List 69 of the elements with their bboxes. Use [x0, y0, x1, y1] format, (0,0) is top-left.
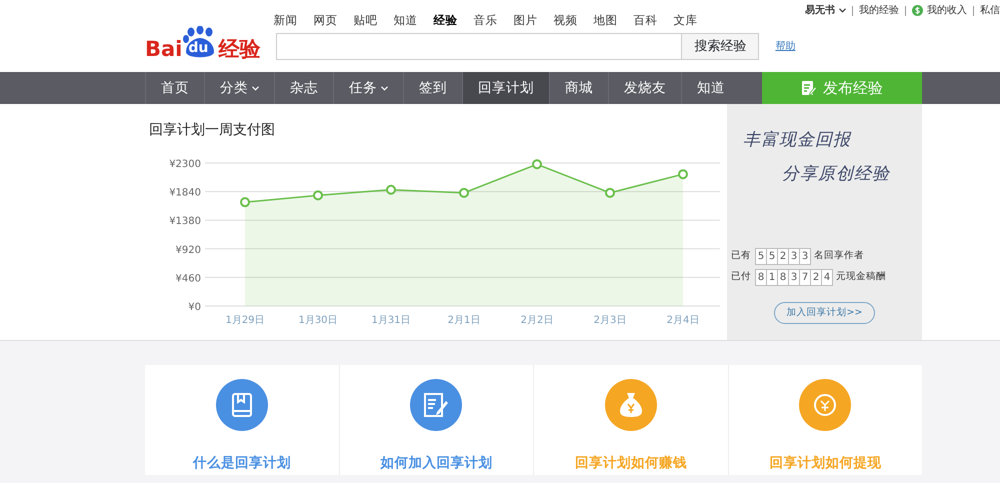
channel-link[interactable]: 新闻	[273, 12, 298, 29]
slogan-text: 分享原创经验	[782, 162, 891, 186]
data-point	[605, 188, 615, 198]
counter-digit: 3	[799, 248, 811, 265]
join-button[interactable]: 加入回享计划>>	[774, 302, 876, 324]
book-icon[interactable]	[216, 379, 268, 431]
chevron-icon	[381, 86, 388, 90]
user-link[interactable]: 我的经验	[859, 3, 899, 18]
money-bag-icon[interactable]	[604, 379, 657, 431]
nav-tab[interactable]: 回享计划	[462, 72, 549, 104]
data-point	[240, 197, 250, 208]
counter-digit: 7	[799, 268, 811, 286]
counter-digit: 3	[788, 248, 800, 265]
counter-digit: 8	[755, 268, 767, 286]
channel-link[interactable]: 知道	[393, 12, 418, 29]
counter-label: 已付	[731, 270, 751, 284]
channel-link[interactable]: 地图	[593, 12, 618, 29]
user-link[interactable]: 私信	[980, 3, 1000, 18]
data-point	[459, 188, 469, 198]
data-point	[532, 159, 542, 170]
channel-link[interactable]: 图片	[513, 12, 538, 29]
channel-link[interactable]: 网页	[313, 12, 338, 29]
axis-label: 1月30日	[298, 315, 338, 326]
slogan-text: 丰富现金回报	[743, 129, 852, 152]
dollar-icon	[912, 5, 923, 16]
axis-label: ¥1840	[169, 188, 201, 199]
baidu-logo[interactable]: Bai du 经验	[145, 26, 260, 60]
axis-label: 2月3日	[594, 315, 626, 326]
channel-link[interactable]: 贴吧	[353, 12, 378, 29]
search-button[interactable]: 搜索经验	[681, 33, 760, 60]
axis-label: ¥2300	[169, 159, 201, 170]
data-point	[313, 190, 323, 200]
counter-digit: 1	[766, 268, 778, 286]
channel-link[interactable]: 百科	[633, 12, 658, 29]
axis-label: ¥460	[176, 273, 201, 284]
help-link[interactable]: 帮助	[775, 39, 796, 54]
counter-label: 已有	[731, 249, 751, 264]
channel-link[interactable]: 经验	[433, 12, 458, 29]
data-point	[386, 184, 396, 195]
counter-digit: 2	[777, 248, 789, 265]
chart-title: 回享计划一周支付图	[149, 121, 276, 140]
chevron-icon	[839, 8, 846, 13]
axis-label: 1月31日	[371, 315, 411, 326]
search-field[interactable]	[276, 33, 682, 60]
edit-icon	[801, 80, 817, 96]
counter-digit: 5	[766, 248, 778, 265]
axis-label: 2月4日	[666, 315, 700, 326]
pencil-note-icon[interactable]	[410, 379, 462, 431]
counter-digit: 3	[788, 268, 800, 286]
axis-label: 2月2日	[520, 315, 554, 326]
chevron-icon	[252, 86, 259, 90]
axis-label: 1月29日	[225, 315, 265, 326]
data-point	[678, 169, 688, 180]
channel-link[interactable]: 文库	[673, 12, 698, 29]
channel-link[interactable]: 音乐	[473, 12, 498, 29]
axis-label: ¥0	[188, 302, 201, 313]
counter-digit: 4	[821, 268, 833, 286]
axis-label: ¥920	[176, 244, 201, 256]
channel-link[interactable]: 视频	[553, 12, 578, 29]
counter-label: 元现金稿酬	[836, 270, 886, 284]
counter-digit: 5	[755, 248, 767, 265]
user-link[interactable]: 我的收入	[927, 3, 967, 18]
counter-digit: 8	[777, 268, 789, 286]
counter-digit: 2	[810, 268, 822, 286]
axis-label: ¥1380	[169, 216, 201, 228]
coin-icon[interactable]	[799, 379, 852, 431]
axis-label: 2月1日	[448, 315, 480, 326]
counter-label: 名回享作者	[814, 249, 864, 264]
user-menu[interactable]: 易无书	[805, 3, 846, 18]
